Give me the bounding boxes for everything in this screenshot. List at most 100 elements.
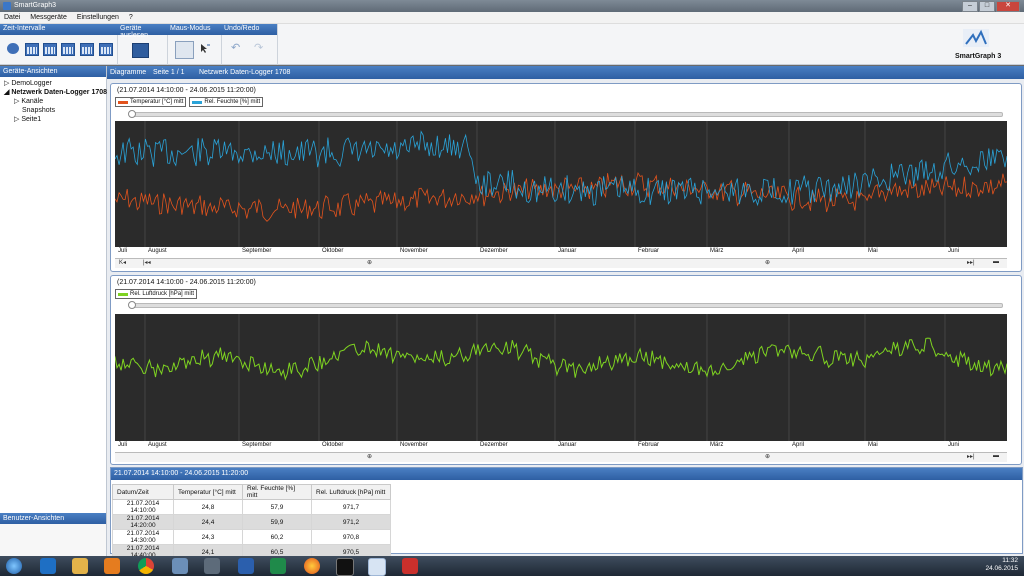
network-icon[interactable] <box>172 558 188 574</box>
chart1-plot[interactable] <box>115 121 1007 247</box>
calendar-day-icon[interactable] <box>25 43 39 56</box>
nav-first-icon[interactable]: K◂ <box>119 259 126 267</box>
media-player-icon[interactable] <box>104 558 120 574</box>
close-button[interactable]: ✕ <box>996 1 1020 12</box>
tree-item-kanaele[interactable]: ▷ Kanäle <box>4 97 106 106</box>
ribbon-group-label: Geräte auslesen <box>117 24 167 39</box>
table-header: 21.07.2014 14:10:00 - 24.06.2015 11:20:0… <box>111 468 1022 480</box>
x-tick-label: Juli <box>118 442 128 448</box>
tree-item-demologger[interactable]: ▷ DemoLogger <box>4 79 106 88</box>
zoom-icon[interactable]: ⊕ <box>367 259 372 267</box>
word-icon[interactable] <box>238 558 254 574</box>
tree-item-snapshots[interactable]: Snapshots <box>4 106 106 115</box>
breadcrumb-diagramme[interactable]: Diagramme <box>110 69 146 76</box>
nav-prev-icon[interactable]: |◂◂ <box>143 259 151 267</box>
calendar-week-icon[interactable] <box>43 43 57 56</box>
x-tick-label: April <box>792 442 805 448</box>
brand-label: SmartGraph 3 <box>955 53 1002 60</box>
slider-knob[interactable] <box>128 110 136 118</box>
chrome-icon[interactable] <box>138 558 154 574</box>
data-table-pane: 21.07.2014 14:10:00 - 24.06.2015 11:20:0… <box>110 467 1023 560</box>
excel-icon[interactable] <box>270 558 286 574</box>
x-tick-label: Oktober <box>322 248 344 254</box>
window-title: SmartGraph3 <box>14 2 57 9</box>
ribbon-group-label: Undo/Redo <box>221 24 277 35</box>
x-tick-label: Januar <box>558 248 577 254</box>
nav-end-icon[interactable]: ▬ <box>993 259 999 267</box>
app-icon <box>3 2 11 10</box>
x-tick-label: August <box>148 442 167 448</box>
column-datum-zeit[interactable]: Datum/Zeit <box>112 484 174 500</box>
tree-item-seite1[interactable]: ▷ Seite1 <box>4 115 106 124</box>
x-tick-label: Januar <box>558 442 577 448</box>
read-device-icon[interactable] <box>132 43 149 58</box>
chart1-range: (21.07.2014 14:10:00 - 24.06.2015 11:20:… <box>117 87 256 94</box>
table-row[interactable]: 21.07.2014 14:10:00 24,8 57,9 971,7 <box>112 499 391 515</box>
globe-icon[interactable] <box>7 43 19 54</box>
zoom-select-icon[interactable] <box>199 43 211 54</box>
user-views-header: Benutzer-Ansichten <box>0 513 106 524</box>
chart1-navbar: K◂ |◂◂ ⊕ ⊕ ▸▸| ▬ <box>115 258 1007 268</box>
pdf-icon[interactable] <box>402 558 418 574</box>
redo-icon[interactable]: ↷ <box>254 43 266 54</box>
main-area: Diagramme Seite 1 / 1 Netzwerk Daten-Log… <box>107 66 1024 560</box>
chart2-range-slider[interactable] <box>128 301 1003 309</box>
ribbon-group-zeit-intervalle: Zeit-Intervalle <box>0 24 118 65</box>
nav-next-icon[interactable]: ▸▸| <box>967 453 975 461</box>
x-tick-label: September <box>242 248 272 254</box>
smartgraph-task-icon[interactable] <box>368 558 386 576</box>
chart1-range-slider[interactable] <box>128 110 1003 118</box>
breadcrumb-logger[interactable]: Netzwerk Daten-Logger 1708 <box>199 69 290 76</box>
menu-help[interactable]: ? <box>125 12 137 23</box>
chart2-range: (21.07.2014 14:10:00 - 24.06.2015 11:20:… <box>117 279 256 286</box>
user-views-pane: Benutzer-Ansichten <box>0 513 107 556</box>
humidity-series <box>115 130 1007 207</box>
ribbon-group-undo-redo: Undo/Redo ↶ ↷ <box>221 24 278 65</box>
start-button-icon[interactable] <box>6 558 22 574</box>
calendar-year-icon[interactable] <box>80 43 94 56</box>
breadcrumb: Diagramme Seite 1 / 1 Netzwerk Daten-Log… <box>107 66 1024 79</box>
menu-messgeraete[interactable]: Messgeräte <box>26 12 71 23</box>
minimize-button[interactable]: – <box>962 1 978 12</box>
x-tick-label: Juli <box>118 248 128 254</box>
menu-datei[interactable]: Datei <box>0 12 24 23</box>
maximize-button[interactable]: □ <box>979 1 995 12</box>
column-temperatur[interactable]: Temperatur [°C] mitt <box>173 484 243 500</box>
zoom-icon[interactable]: ⊕ <box>765 259 770 267</box>
chart-temperature-humidity: (21.07.2014 14:10:00 - 24.06.2015 11:20:… <box>110 83 1022 272</box>
x-tick-label: Februar <box>638 248 660 254</box>
legend-pressure[interactable]: Rel. Luftdruck [hPa] mitt <box>115 289 198 299</box>
slider-knob[interactable] <box>128 301 136 309</box>
explorer-icon[interactable] <box>72 558 88 574</box>
legend-temperature[interactable]: Temperatur [°C] mitt <box>115 97 187 107</box>
table-row[interactable]: 21.07.2014 14:20:00 24,4 59,9 971,2 <box>112 514 391 530</box>
x-tick-label: Dezember <box>480 248 508 254</box>
x-tick-label: Mai <box>868 248 878 254</box>
column-luftdruck[interactable]: Rel. Luftdruck [hPa] mitt <box>311 484 391 500</box>
x-tick-label: Juni <box>948 248 960 254</box>
x-tick-label: Juni <box>948 442 960 448</box>
zoom-icon[interactable]: ⊕ <box>367 453 372 461</box>
tree-item-netzwerk-logger[interactable]: ◢ Netzwerk Daten-Logger 1708 <box>4 88 107 97</box>
x-tick-label: April <box>792 248 805 254</box>
legend-humidity[interactable]: Rel. Feuchte [%] mitt <box>189 97 264 107</box>
x-tick-label: November <box>400 442 428 448</box>
undo-icon[interactable]: ↶ <box>231 43 243 54</box>
breadcrumb-seite[interactable]: Seite 1 / 1 <box>153 69 185 76</box>
menu-einstellungen[interactable]: Einstellungen <box>73 12 123 23</box>
nav-next-icon[interactable]: ▸▸| <box>967 259 975 267</box>
zoom-icon[interactable]: ⊕ <box>765 453 770 461</box>
calendar-range-icon[interactable] <box>99 43 113 56</box>
calculator-icon[interactable] <box>204 558 220 574</box>
nav-end-icon[interactable]: ▬ <box>993 453 999 461</box>
firefox-icon[interactable] <box>304 558 320 574</box>
pointer-mode-icon[interactable] <box>175 41 194 59</box>
calendar-month-icon[interactable] <box>61 43 75 56</box>
x-tick-label: November <box>400 248 428 254</box>
column-feuchte[interactable]: Rel. Feuchte [%] mitt <box>242 484 312 500</box>
ie-icon[interactable] <box>40 558 56 574</box>
chart2-plot[interactable] <box>115 314 1007 441</box>
terminal-icon[interactable] <box>336 558 354 576</box>
table-row[interactable]: 21.07.2014 14:30:00 24,3 60,2 970,8 <box>112 529 391 545</box>
chart-pressure: (21.07.2014 14:10:00 - 24.06.2015 11:20:… <box>110 275 1022 465</box>
